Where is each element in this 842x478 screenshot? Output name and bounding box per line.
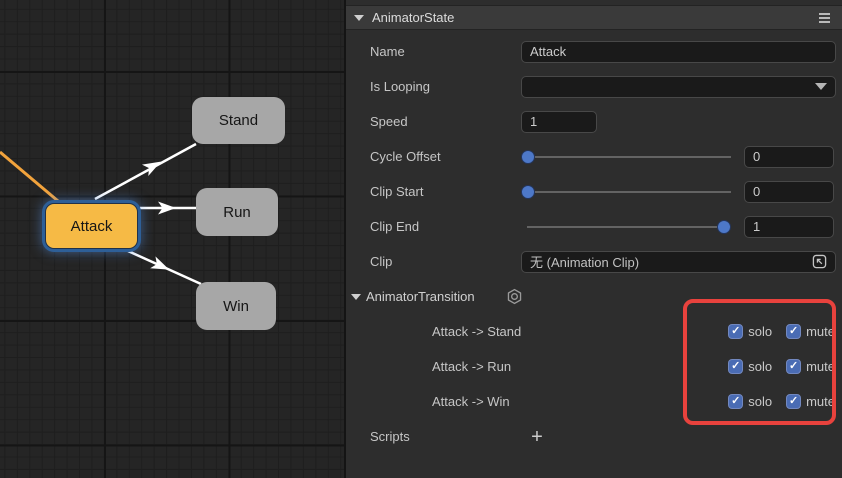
- slider-track: [527, 226, 731, 228]
- transition-label: Attack -> Run: [432, 359, 511, 374]
- speed-label: Speed: [370, 114, 521, 129]
- is-looping-label: Is Looping: [370, 79, 521, 94]
- cycle-offset-row: Cycle Offset: [346, 139, 842, 174]
- solo-label: solo: [748, 324, 772, 339]
- section-title: AnimatorState: [372, 10, 454, 25]
- state-node-attack-selected[interactable]: Attack: [45, 203, 138, 249]
- is-looping-dropdown[interactable]: [521, 76, 836, 98]
- slider-thumb[interactable]: [717, 220, 731, 234]
- transition-row-attack-win[interactable]: Attack -> Win ✓ solo ✓ mute: [346, 384, 842, 419]
- speed-input[interactable]: [521, 111, 597, 133]
- cycle-offset-input[interactable]: [744, 146, 834, 168]
- transition-row-attack-stand[interactable]: Attack -> Stand ✓ solo ✓ mute: [346, 314, 842, 349]
- state-node-run[interactable]: Run: [196, 188, 278, 236]
- clip-start-input[interactable]: [744, 181, 834, 203]
- solo-label: solo: [748, 359, 772, 374]
- clip-end-slider[interactable]: [521, 220, 731, 234]
- slider-track: [527, 156, 731, 158]
- mute-label: mute: [806, 359, 835, 374]
- slider-thumb[interactable]: [521, 185, 535, 199]
- chevron-down-icon: [815, 83, 827, 90]
- clip-end-input[interactable]: [744, 216, 834, 238]
- state-node-win[interactable]: Win: [196, 282, 276, 330]
- name-row: Name: [346, 34, 842, 69]
- slider-track: [527, 191, 731, 193]
- clip-start-row: Clip Start: [346, 174, 842, 209]
- is-looping-row: Is Looping: [346, 69, 842, 104]
- mute-checkbox[interactable]: ✓: [786, 324, 801, 339]
- settings-gear-icon[interactable]: [506, 288, 523, 305]
- clip-row: Clip 无 (Animation Clip): [346, 244, 842, 279]
- cycle-offset-slider[interactable]: [521, 150, 731, 164]
- edge-incoming-to-attack[interactable]: [0, 152, 58, 201]
- add-script-button[interactable]: +: [527, 427, 547, 447]
- state-node-stand[interactable]: Stand: [192, 97, 285, 144]
- animator-graph-canvas[interactable]: Stand Run Win Attack: [0, 0, 344, 478]
- transition-label: Attack -> Stand: [432, 324, 521, 339]
- scripts-label: Scripts: [370, 429, 521, 444]
- name-label: Name: [370, 44, 521, 59]
- transition-row-attack-run[interactable]: Attack -> Run ✓ solo ✓ mute: [346, 349, 842, 384]
- menu-icon[interactable]: [819, 13, 830, 23]
- solo-checkbox[interactable]: ✓: [728, 394, 743, 409]
- clip-label: Clip: [370, 254, 521, 269]
- transition-label: Attack -> Win: [432, 394, 510, 409]
- speed-row: Speed: [346, 104, 842, 139]
- clip-value: 无 (Animation Clip): [530, 252, 639, 271]
- mute-label: mute: [806, 394, 835, 409]
- edge-attack-to-stand[interactable]: [95, 144, 196, 199]
- arrowhead-attack-to-win-icon: [150, 256, 172, 275]
- solo-checkbox[interactable]: ✓: [728, 359, 743, 374]
- transition-section-title: AnimatorTransition: [366, 289, 475, 304]
- object-picker-icon[interactable]: [812, 254, 827, 269]
- clip-start-slider[interactable]: [521, 185, 731, 199]
- collapse-triangle-icon[interactable]: [354, 15, 364, 21]
- name-input[interactable]: [521, 41, 836, 63]
- animator-transition-section-header[interactable]: AnimatorTransition: [346, 279, 842, 314]
- clip-end-label: Clip End: [370, 219, 521, 234]
- clip-object-field[interactable]: 无 (Animation Clip): [521, 251, 836, 273]
- solo-checkbox[interactable]: ✓: [728, 324, 743, 339]
- clip-end-row: Clip End: [346, 209, 842, 244]
- animator-state-section-header[interactable]: AnimatorState: [346, 5, 842, 30]
- slider-thumb[interactable]: [521, 150, 535, 164]
- collapse-triangle-icon[interactable]: [351, 294, 361, 300]
- clip-start-label: Clip Start: [370, 184, 521, 199]
- inspector-panel: AnimatorState Name Is Looping Speed Cycl…: [346, 0, 842, 478]
- mute-checkbox[interactable]: ✓: [786, 359, 801, 374]
- solo-label: solo: [748, 394, 772, 409]
- scripts-row: Scripts +: [346, 419, 842, 454]
- cycle-offset-label: Cycle Offset: [370, 149, 521, 164]
- mute-label: mute: [806, 324, 835, 339]
- mute-checkbox[interactable]: ✓: [786, 394, 801, 409]
